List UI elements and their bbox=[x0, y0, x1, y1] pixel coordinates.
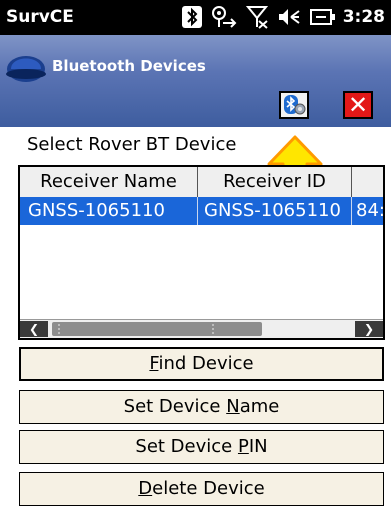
horizontal-scrollbar[interactable]: ❮ ❯ bbox=[20, 319, 383, 338]
column-header-address[interactable] bbox=[352, 167, 383, 197]
find-device-button[interactable]: Find Device bbox=[19, 347, 384, 381]
cell-receiver-name: GNSS-1065110 bbox=[20, 197, 198, 225]
close-button[interactable]: ✕ bbox=[343, 91, 373, 119]
status-app-name: SurvCE bbox=[6, 7, 74, 27]
bluetooth-icon[interactable] bbox=[181, 6, 202, 28]
scroll-left-icon[interactable]: ❮ bbox=[20, 321, 48, 337]
status-bar: SurvCE 3:28 bbox=[0, 0, 391, 35]
title-bar: Bluetooth Devices ✕ bbox=[0, 35, 391, 127]
status-icons: 3:28 bbox=[181, 5, 385, 29]
connectivity-icon[interactable] bbox=[211, 5, 237, 29]
hard-hat-logo-icon bbox=[6, 56, 46, 82]
bluetooth-settings-icon bbox=[284, 95, 306, 115]
window-title: Bluetooth Devices bbox=[52, 57, 206, 75]
set-device-name-button[interactable]: Set Device Name bbox=[19, 390, 384, 424]
volume-icon[interactable] bbox=[277, 6, 301, 28]
status-time: 3:28 bbox=[342, 7, 385, 27]
device-list[interactable]: Receiver Name Receiver ID GNSS-1065110 G… bbox=[18, 165, 385, 340]
delete-device-button[interactable]: Delete Device bbox=[19, 472, 384, 506]
cell-address: 84: bbox=[356, 200, 385, 221]
cell-receiver-id: GNSS-1065110 bbox=[198, 197, 352, 225]
column-header-receiver-name[interactable]: Receiver Name bbox=[20, 167, 198, 197]
scroll-right-icon[interactable]: ❯ bbox=[355, 321, 383, 337]
signal-off-icon[interactable] bbox=[245, 5, 268, 29]
scroll-thumb[interactable] bbox=[52, 322, 262, 336]
battery-icon[interactable] bbox=[309, 7, 336, 27]
bluetooth-settings-button[interactable] bbox=[279, 91, 309, 119]
set-device-pin-button[interactable]: Set Device PIN bbox=[19, 430, 384, 464]
list-header: Receiver Name Receiver ID bbox=[20, 167, 383, 198]
close-icon: ✕ bbox=[347, 91, 369, 119]
table-row[interactable]: GNSS-1065110 GNSS-1065110 84: bbox=[20, 197, 383, 225]
section-label: Select Rover BT Device bbox=[27, 134, 237, 155]
column-header-receiver-id[interactable]: Receiver ID bbox=[198, 167, 352, 197]
